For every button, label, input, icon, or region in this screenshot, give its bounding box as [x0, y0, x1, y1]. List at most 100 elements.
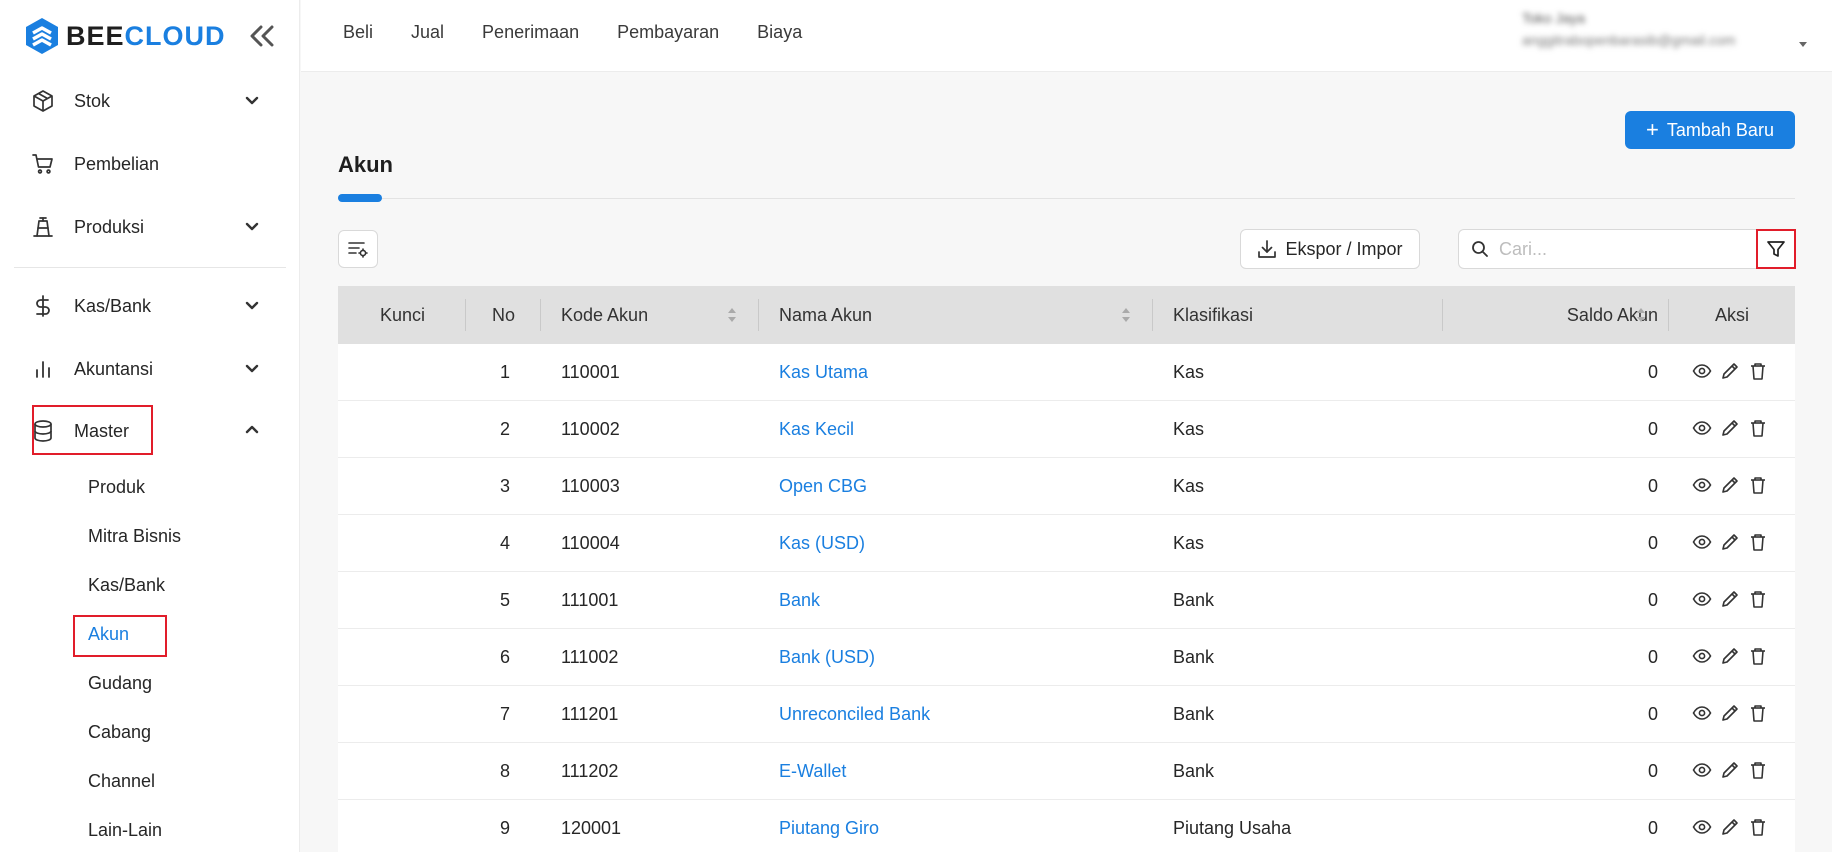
table-row: 2 110002 Kas Kecil Kas 0: [338, 401, 1795, 458]
pencil-icon: [1722, 705, 1738, 721]
box-icon: [30, 88, 56, 114]
view-button[interactable]: [1692, 361, 1712, 381]
edit-button[interactable]: [1720, 475, 1740, 495]
trash-icon: [1751, 591, 1765, 608]
submenu-item-gudang[interactable]: Gudang: [88, 673, 152, 694]
column-settings-button[interactable]: [338, 230, 378, 268]
delete-button[interactable]: [1748, 361, 1768, 381]
cell-nama-akun-link[interactable]: Open CBG: [779, 458, 867, 514]
delete-button[interactable]: [1748, 532, 1768, 552]
edit-button[interactable]: [1720, 589, 1740, 609]
user-menu[interactable]: Toko Jaya anggitrabopenbarasib@gmail.com: [1522, 10, 1807, 60]
view-button[interactable]: [1692, 703, 1712, 723]
cell-nama-akun-link[interactable]: E-Wallet: [779, 743, 846, 799]
view-button[interactable]: [1692, 589, 1712, 609]
eye-icon: [1692, 763, 1712, 777]
cell-klasifikasi: Kas: [1173, 361, 1205, 382]
view-button[interactable]: [1692, 532, 1712, 552]
search-input[interactable]: [1499, 238, 1739, 260]
filter-button[interactable]: [1756, 229, 1796, 269]
submenu-item-lain-lain[interactable]: Lain-Lain: [88, 820, 162, 841]
cell-nama-akun-link[interactable]: Bank (USD): [779, 629, 875, 685]
cell-kode-akun: 110002: [561, 418, 620, 439]
edit-button[interactable]: [1720, 760, 1740, 780]
edit-button[interactable]: [1720, 361, 1740, 381]
topnav-item-biaya[interactable]: Biaya: [757, 22, 802, 43]
column-header-kode-akun[interactable]: Kode Akun: [561, 286, 648, 344]
row-actions: [1692, 646, 1768, 666]
cell-no: 6: [499, 646, 510, 667]
cell-nama-akun-link[interactable]: Unreconciled Bank: [779, 686, 930, 742]
cell-kode-akun: 111202: [561, 760, 619, 781]
submenu-item-kas-bank[interactable]: Kas/Bank: [88, 575, 165, 596]
factory-icon: [30, 214, 56, 240]
delete-button[interactable]: [1748, 418, 1768, 438]
view-button[interactable]: [1692, 760, 1712, 780]
submenu-item-channel[interactable]: Channel: [88, 771, 155, 792]
eye-icon: [1692, 592, 1712, 606]
topnav-item-penerimaan[interactable]: Penerimaan: [482, 22, 579, 43]
view-button[interactable]: [1692, 418, 1712, 438]
delete-button[interactable]: [1748, 760, 1768, 780]
column-separator: [465, 299, 466, 331]
cell-nama-akun-link[interactable]: Bank: [779, 572, 820, 628]
delete-button[interactable]: [1748, 646, 1768, 666]
top-nav: Beli Jual Penerimaan Pembayaran Biaya: [343, 22, 802, 43]
cell-kode-akun: 111002: [561, 646, 619, 667]
view-button[interactable]: [1692, 817, 1712, 837]
plus-icon: +: [1646, 117, 1659, 142]
topnav-item-beli[interactable]: Beli: [343, 22, 373, 43]
sort-icon[interactable]: [727, 306, 737, 324]
edit-button[interactable]: [1720, 418, 1740, 438]
sidebar-item-produksi[interactable]: Produksi: [30, 205, 270, 249]
topnav-item-jual[interactable]: Jual: [411, 22, 444, 43]
cell-nama-akun-link[interactable]: Kas Utama: [779, 344, 868, 400]
pencil-icon: [1722, 363, 1738, 379]
sort-icon[interactable]: [1636, 306, 1646, 324]
table-header: Kunci No Kode Akun Nama Akun Klasifikasi…: [338, 286, 1795, 344]
sidebar-item-master[interactable]: Master: [30, 409, 270, 453]
submenu-item-mitra-bisnis[interactable]: Mitra Bisnis: [88, 526, 181, 547]
edit-button[interactable]: [1720, 646, 1740, 666]
column-header-nama-akun[interactable]: Nama Akun: [779, 286, 872, 344]
sidebar-item-pembelian[interactable]: Pembelian: [30, 142, 270, 186]
cell-saldo-akun: 0: [1647, 361, 1658, 382]
cell-nama-akun-link[interactable]: Piutang Giro: [779, 800, 879, 852]
cell-nama-akun-link[interactable]: Kas (USD): [779, 515, 865, 571]
column-header-aksi: Aksi: [1715, 304, 1750, 325]
eye-icon: [1692, 649, 1712, 663]
table-row: 3 110003 Open CBG Kas 0: [338, 458, 1795, 515]
sidebar-item-stok[interactable]: Stok: [30, 79, 270, 123]
search-box: [1458, 229, 1756, 269]
trash-icon: [1751, 420, 1765, 437]
submenu-item-akun[interactable]: Akun: [88, 624, 129, 645]
brand-logo[interactable]: BEECLOUD: [24, 14, 276, 58]
chevron-down-icon: [245, 364, 259, 373]
topnav-item-pembayaran[interactable]: Pembayaran: [617, 22, 719, 43]
cell-saldo-akun: 0: [1647, 418, 1658, 439]
collapse-sidebar-button[interactable]: [248, 22, 276, 50]
sidebar-item-kas-bank[interactable]: Kas/Bank: [30, 284, 270, 328]
cell-saldo-akun: 0: [1647, 475, 1658, 496]
sort-icon[interactable]: [1121, 306, 1131, 324]
export-import-button[interactable]: Ekspor / Impor: [1240, 229, 1420, 269]
cell-nama-akun-link[interactable]: Kas Kecil: [779, 401, 854, 457]
edit-button[interactable]: [1720, 703, 1740, 723]
delete-button[interactable]: [1748, 703, 1768, 723]
pencil-icon: [1722, 819, 1738, 835]
delete-button[interactable]: [1748, 817, 1768, 837]
view-button[interactable]: [1692, 475, 1712, 495]
chevron-up-icon: [245, 425, 259, 434]
column-header-no: No: [492, 304, 516, 325]
submenu-item-produk[interactable]: Produk: [88, 477, 145, 498]
sidebar-item-akuntansi[interactable]: Akuntansi: [30, 347, 270, 391]
table-row: 7 111201 Unreconciled Bank Bank 0: [338, 686, 1795, 743]
submenu-item-cabang[interactable]: Cabang: [88, 722, 151, 743]
cell-no: 8: [499, 760, 510, 781]
delete-button[interactable]: [1748, 589, 1768, 609]
delete-button[interactable]: [1748, 475, 1768, 495]
edit-button[interactable]: [1720, 532, 1740, 552]
edit-button[interactable]: [1720, 817, 1740, 837]
view-button[interactable]: [1692, 646, 1712, 666]
add-new-button[interactable]: + Tambah Baru: [1625, 111, 1795, 149]
